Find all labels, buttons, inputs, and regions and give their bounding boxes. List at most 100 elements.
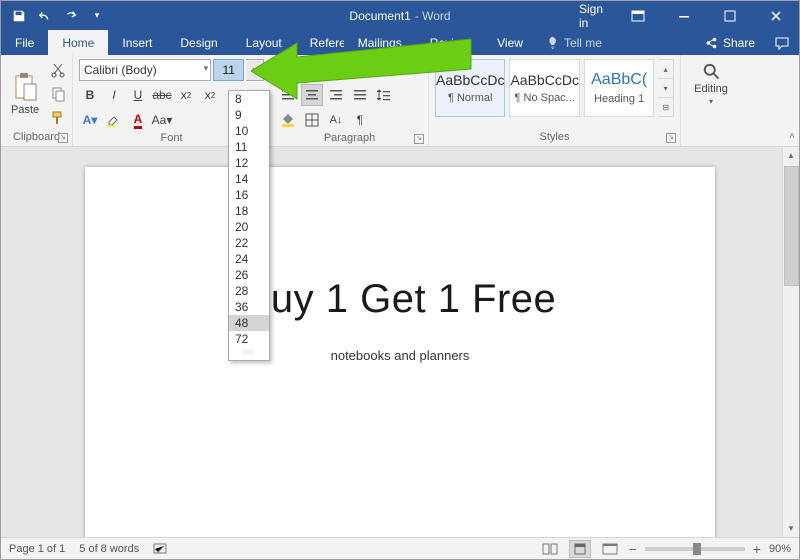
font-size-option[interactable]: 12 (229, 155, 269, 171)
maximize-icon[interactable] (707, 1, 753, 30)
chevron-down-icon[interactable]: ▾ (658, 79, 673, 98)
font-size-option[interactable]: 22 (229, 235, 269, 251)
vertical-scrollbar[interactable]: ▴ ▾ (782, 147, 799, 537)
scroll-thumb[interactable] (784, 166, 799, 286)
comments-icon[interactable] (765, 30, 799, 55)
group-paragraph: 123 A↓ ¶ Paragraph↘ (271, 55, 429, 146)
tab-mailings[interactable]: Mailings (344, 30, 416, 55)
align-left-icon[interactable] (277, 84, 299, 106)
superscript-button[interactable]: x2 (199, 84, 221, 106)
tab-file[interactable]: File (1, 30, 48, 55)
tab-view[interactable]: View (483, 30, 537, 55)
collapse-ribbon-icon[interactable]: ˄ (789, 131, 795, 142)
bullets-icon[interactable] (277, 59, 299, 81)
dialog-launcher-icon[interactable]: ↘ (58, 133, 68, 143)
highlight-icon[interactable] (103, 109, 125, 131)
print-layout-icon[interactable] (569, 540, 591, 558)
scroll-up-icon[interactable]: ▴ (783, 147, 799, 164)
document-heading[interactable]: Buy 1 Get 1 Free (145, 277, 655, 322)
styles-gallery-scroll[interactable]: ▴ ▾ ⊟ (658, 59, 674, 117)
justify-icon[interactable] (349, 84, 371, 106)
font-size-dropdown[interactable]: 891011121416182022242628364872⋯ (228, 90, 270, 361)
change-case-icon[interactable]: Aa▾ (151, 109, 173, 131)
line-spacing-icon[interactable] (373, 84, 395, 106)
paste-button[interactable]: Paste (7, 59, 43, 129)
read-mode-icon[interactable] (539, 540, 561, 558)
shading-icon[interactable] (277, 109, 299, 131)
increase-indent-icon[interactable] (349, 59, 371, 81)
tell-me[interactable]: Tell me (537, 30, 612, 55)
minimize-icon[interactable] (661, 1, 707, 30)
font-size-option[interactable]: 36 (229, 299, 269, 315)
format-painter-icon[interactable] (47, 107, 69, 129)
close-icon[interactable] (753, 1, 799, 30)
share-button[interactable]: Share (694, 30, 765, 55)
font-size-option[interactable]: 16 (229, 187, 269, 203)
tab-design[interactable]: Design (166, 30, 231, 55)
tab-review[interactable]: Review (416, 30, 483, 55)
subscript-button[interactable]: x2 (175, 84, 197, 106)
style-no-spacing[interactable]: AaBbCcDc ¶ No Spac... (509, 59, 579, 117)
page[interactable]: Buy 1 Get 1 Free notebooks and planners (85, 167, 715, 537)
styles-more-icon[interactable]: ⊟ (658, 98, 673, 116)
font-name-combo[interactable]: Calibri (Body)▾ (79, 59, 211, 81)
ribbon-display-icon[interactable] (615, 1, 661, 30)
font-size-option[interactable]: 9 (229, 107, 269, 123)
font-size-option[interactable]: 11 (229, 139, 269, 155)
undo-icon[interactable] (33, 4, 57, 28)
font-size-option[interactable]: 20 (229, 219, 269, 235)
page-indicator[interactable]: Page 1 of 1 (9, 543, 65, 555)
font-size-option[interactable]: 72 (229, 331, 269, 347)
dialog-launcher-icon[interactable]: ↘ (666, 133, 676, 143)
editing-button[interactable]: Editing ▾ (690, 59, 732, 108)
document-area[interactable]: Buy 1 Get 1 Free notebooks and planners (1, 147, 799, 537)
zoom-in-icon[interactable]: + (753, 541, 761, 557)
show-marks-icon[interactable]: ¶ (349, 109, 371, 131)
borders-icon[interactable] (301, 109, 323, 131)
numbering-icon[interactable]: 123 (301, 59, 323, 81)
zoom-level[interactable]: 90% (769, 543, 791, 555)
font-size-option[interactable]: 18 (229, 203, 269, 219)
font-size-combo[interactable]: 11 (213, 59, 244, 81)
tab-layout[interactable]: Layout (232, 30, 296, 55)
font-size-option[interactable]: 48 (229, 315, 269, 331)
font-size-option[interactable]: 24 (229, 251, 269, 267)
scroll-down-icon[interactable]: ▾ (783, 520, 799, 537)
web-layout-icon[interactable] (599, 540, 621, 558)
text-effects-icon[interactable]: A▾ (79, 109, 101, 131)
font-color-icon[interactable]: A (127, 109, 149, 131)
word-count[interactable]: 5 of 8 words (79, 543, 139, 555)
tab-insert[interactable]: Insert (108, 30, 166, 55)
underline-button[interactable]: U (127, 84, 149, 106)
chevron-up-icon[interactable]: ▴ (658, 60, 673, 79)
align-center-icon[interactable] (301, 84, 323, 106)
document-subtext[interactable]: notebooks and planners (145, 348, 655, 363)
bold-button[interactable]: B (79, 84, 101, 106)
strikethrough-button[interactable]: abc (151, 84, 173, 106)
style-normal[interactable]: AaBbCcDc ¶ Normal (435, 59, 505, 117)
qat-customize-icon[interactable]: ▾ (85, 4, 109, 28)
zoom-out-icon[interactable]: − (629, 541, 637, 557)
font-size-option[interactable]: 14 (229, 171, 269, 187)
zoom-slider[interactable] (645, 547, 745, 551)
style-heading1[interactable]: AaBbC( Heading 1 (584, 59, 654, 117)
font-size-option[interactable]: 26 (229, 267, 269, 283)
status-bar: Page 1 of 1 5 of 8 words − + 90% (1, 537, 799, 559)
font-size-option[interactable]: 28 (229, 283, 269, 299)
sort-icon[interactable]: A↓ (325, 109, 347, 131)
font-size-option[interactable]: 8 (229, 91, 269, 107)
cut-icon[interactable] (47, 59, 69, 81)
tab-references[interactable]: References (296, 30, 344, 55)
italic-button[interactable]: I (103, 84, 125, 106)
dialog-launcher-icon[interactable]: ↘ (414, 134, 424, 144)
redo-icon[interactable] (59, 4, 83, 28)
decrease-indent-icon[interactable] (325, 59, 347, 81)
tab-home[interactable]: Home (48, 30, 108, 55)
font-size-option[interactable]: 10 (229, 123, 269, 139)
proofing-icon[interactable] (153, 542, 169, 556)
signin-button[interactable]: Sign in (569, 1, 615, 30)
copy-icon[interactable] (47, 83, 69, 105)
align-right-icon[interactable] (325, 84, 347, 106)
save-icon[interactable] (7, 4, 31, 28)
font-size-dropdown-icon[interactable]: ▾ (246, 59, 264, 81)
